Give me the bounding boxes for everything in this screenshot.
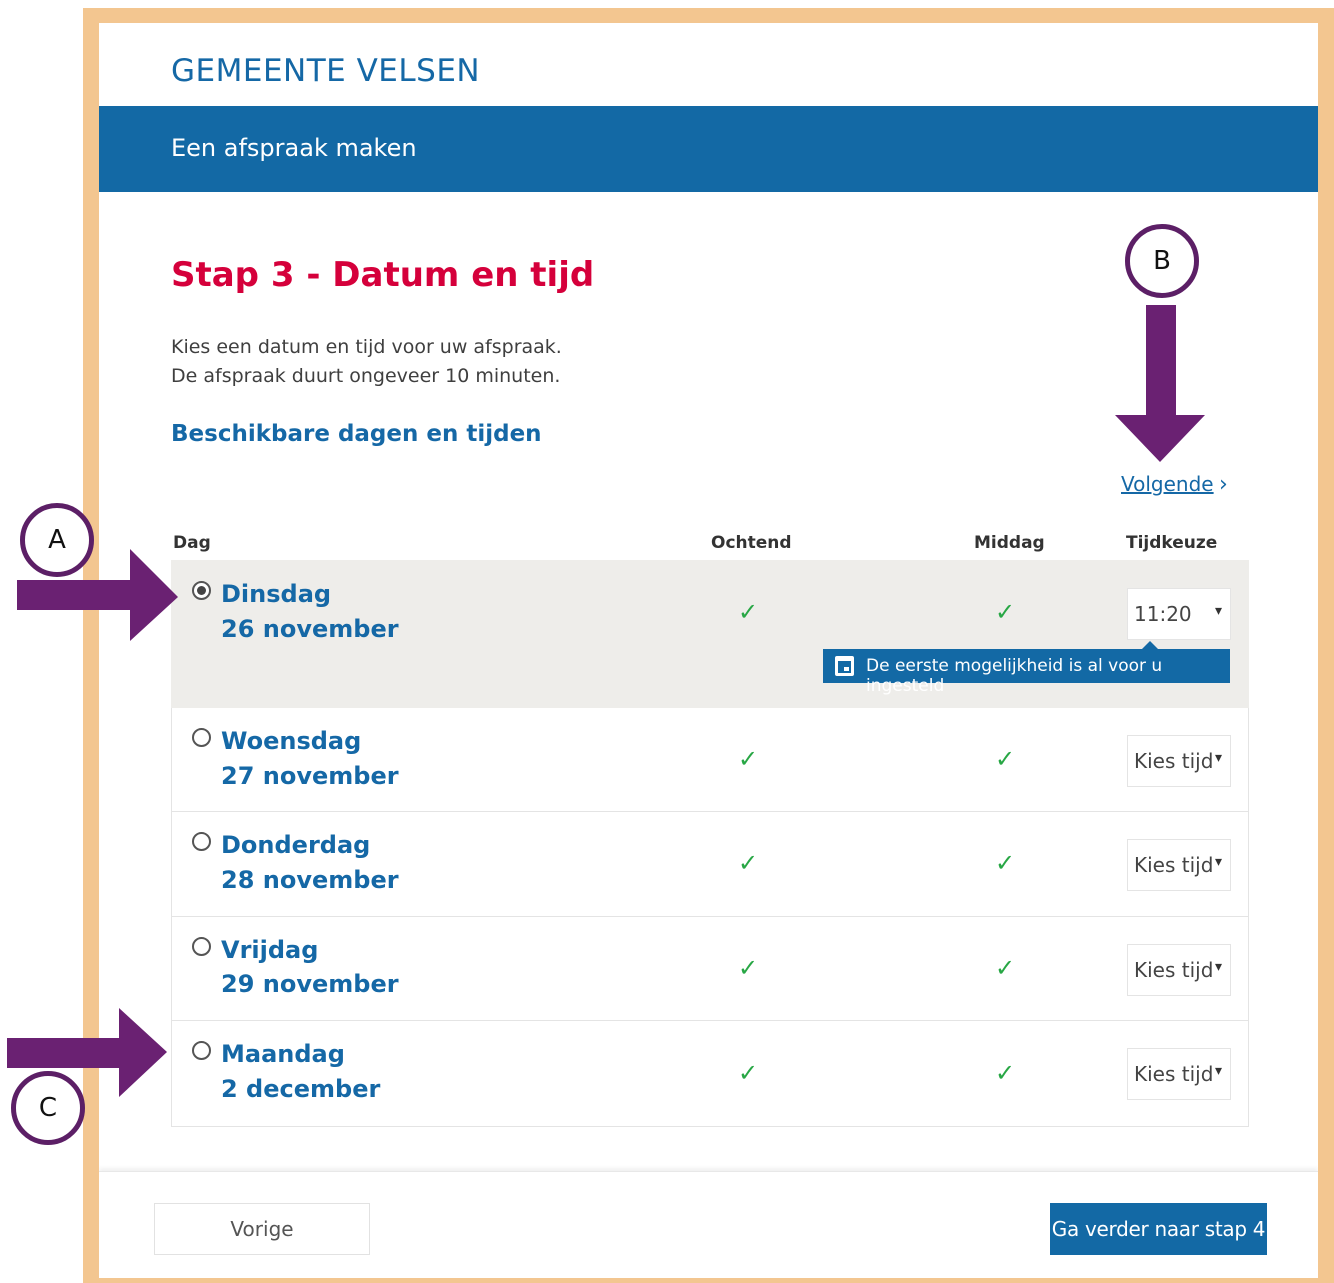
annotation-arrows <box>7 305 1205 1097</box>
arrow-b-icon <box>1115 305 1205 462</box>
marker-a: A <box>20 503 94 577</box>
marker-c: C <box>11 1071 85 1145</box>
marker-b: B <box>1125 224 1199 298</box>
